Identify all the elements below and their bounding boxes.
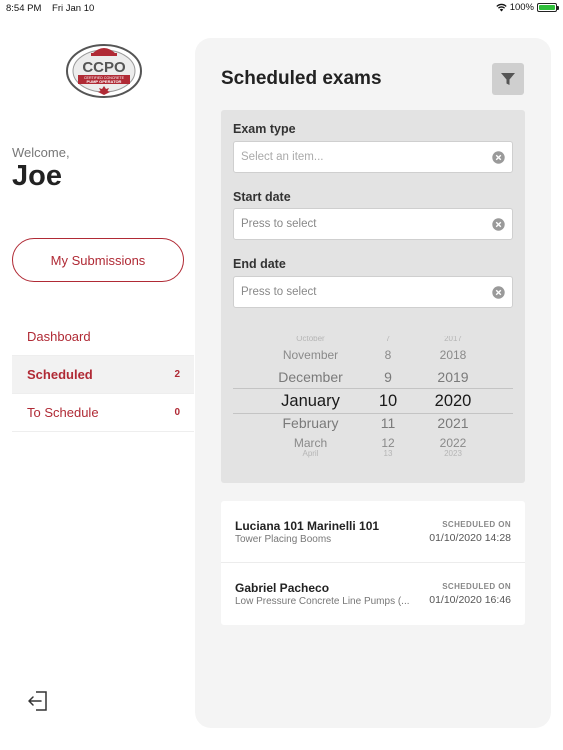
sidebar-item-label: To Schedule	[27, 405, 99, 420]
status-date: Fri Jan 10	[52, 3, 95, 14]
sidebar-item-label: Dashboard	[27, 329, 91, 344]
sidebar-item-count: 0	[174, 407, 180, 418]
picker-month-option[interactable]: January	[233, 392, 388, 411]
sidebar-item-label: Scheduled	[27, 367, 93, 382]
scheduled-exams-panel: Scheduled exams Exam type Select an item…	[195, 38, 551, 728]
exam-candidate-name: Gabriel Pacheco	[235, 581, 330, 595]
picker-month-option[interactable]: October	[233, 336, 388, 343]
my-submissions-button[interactable]: My Submissions	[12, 238, 184, 282]
scheduled-on-label: SCHEDULED ON	[442, 520, 511, 529]
picker-day-option[interactable]: 12	[373, 436, 403, 450]
svg-text:CCPO: CCPO	[82, 59, 126, 76]
start-date-label: Start date	[233, 190, 291, 204]
exam-type-select[interactable]: Select an item...	[233, 141, 513, 173]
page-title: Scheduled exams	[221, 68, 382, 89]
picker-month-option[interactable]: December	[233, 369, 388, 385]
svg-text:PUMP OPERATOR: PUMP OPERATOR	[87, 79, 122, 84]
picker-year-option[interactable]: 2023	[418, 449, 488, 458]
scheduled-on-date: 01/10/2020 14:28	[429, 532, 511, 544]
end-date-field[interactable]: Press to select	[233, 276, 513, 308]
picker-day-option[interactable]: 7	[373, 336, 403, 343]
user-name: Joe	[12, 160, 62, 192]
ccpo-logo: CCPO CERTIFIED CONCRETE PUMP OPERATOR	[64, 38, 144, 100]
picker-day-option[interactable]: 11	[373, 415, 403, 431]
start-date-field[interactable]: Press to select	[233, 208, 513, 240]
picker-year-option[interactable]: 2019	[418, 369, 488, 385]
list-item[interactable]: Gabriel Pacheco Low Pressure Concrete Li…	[221, 563, 525, 625]
exam-type-text: Tower Placing Booms	[235, 534, 332, 545]
list-item[interactable]: Luciana 101 Marinelli 101 Tower Placing …	[221, 501, 525, 563]
picker-day-option[interactable]: 9	[373, 369, 403, 385]
picker-day-option[interactable]: 10	[373, 392, 403, 411]
sidebar-item-scheduled[interactable]: Scheduled 2	[12, 356, 194, 394]
exam-list: Luciana 101 Marinelli 101 Tower Placing …	[221, 501, 525, 625]
sidebar-item-count: 2	[174, 369, 180, 380]
clear-icon[interactable]	[492, 218, 505, 231]
picker-year-option[interactable]: 2021	[418, 415, 488, 431]
filter-button[interactable]	[492, 63, 524, 95]
picker-year-option[interactable]: 2022	[418, 436, 488, 450]
picker-year-option[interactable]: 2017	[418, 336, 488, 343]
picker-day-option[interactable]: 8	[373, 348, 403, 362]
scheduled-on-label: SCHEDULED ON	[442, 582, 511, 591]
welcome-text: Welcome,	[12, 145, 70, 160]
end-date-label: End date	[233, 257, 286, 271]
picker-day-option[interactable]: 13	[373, 449, 403, 458]
picker-month-option[interactable]: March	[233, 436, 388, 450]
filter-form: Exam type Select an item... Start date P…	[221, 110, 525, 483]
filter-icon	[501, 73, 515, 85]
battery-percent: 100%	[509, 2, 534, 13]
picker-month-option[interactable]: February	[233, 415, 388, 431]
date-picker-wheel[interactable]: October November December January February Ma…	[233, 336, 513, 464]
picker-month-option[interactable]: April	[233, 449, 388, 458]
picker-month-option[interactable]: November	[233, 348, 388, 362]
sidebar-nav: Dashboard Scheduled 2 To Schedule 0	[12, 318, 194, 432]
status-bar: 8:54 PM Fri Jan 10 100%	[0, 0, 563, 16]
logout-icon[interactable]	[27, 690, 49, 712]
exam-type-label: Exam type	[233, 122, 296, 136]
scheduled-on-date: 01/10/2020 16:46	[429, 594, 511, 606]
clear-icon[interactable]	[492, 286, 505, 299]
wifi-icon	[496, 3, 507, 12]
picker-year-option[interactable]: 2018	[418, 348, 488, 362]
exam-candidate-name: Luciana 101 Marinelli 101	[235, 519, 380, 533]
sidebar-item-dashboard[interactable]: Dashboard	[12, 318, 194, 356]
clear-icon[interactable]	[492, 151, 505, 164]
battery-icon	[537, 3, 559, 12]
picker-year-option[interactable]: 2020	[418, 392, 488, 411]
status-time: 8:54 PM	[6, 3, 42, 14]
sidebar-item-to-schedule[interactable]: To Schedule 0	[12, 394, 194, 432]
exam-type-text: Low Pressure Concrete Line Pumps (...	[235, 596, 410, 607]
